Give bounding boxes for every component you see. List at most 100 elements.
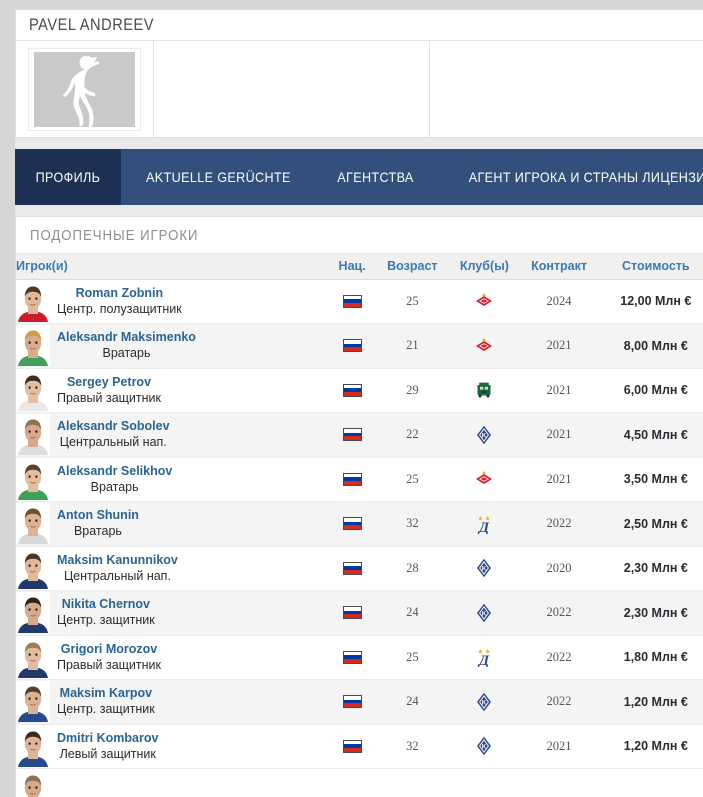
column-header-player[interactable]: Игрок(и) — [16, 254, 328, 280]
profile-photo-placeholder — [34, 51, 135, 127]
cell-contract: 2024 — [520, 279, 598, 324]
player-avatar — [16, 280, 50, 322]
svg-text:K: K — [482, 699, 487, 706]
cell-nation — [327, 457, 377, 502]
tab-profil-label: ПРОФИЛЬ — [35, 169, 101, 185]
cell-contract: 2021 — [520, 368, 598, 413]
cell-value: 1,20 Млн € — [597, 724, 703, 769]
table-row[interactable]: Maksim Karpov Центр. защитник 24 K 2022 1,20 … — [16, 679, 703, 725]
cell-player — [16, 768, 328, 797]
club-badge-krylia-sovetov[interactable]: K — [476, 425, 492, 445]
club-badge-krylia-sovetov[interactable]: K — [476, 692, 492, 712]
tab-aktuelle-geruechte[interactable]: AKTUELLE GERÜCHTE — [121, 149, 316, 205]
player-avatar — [16, 636, 50, 678]
profile-body — [16, 41, 703, 137]
player-cell: Nikita Chernov Центр. защитник — [16, 592, 328, 634]
cell-contract: 2022 — [520, 501, 598, 547]
tab-agent-igroka-label: АГЕНТ ИГРОКА И СТРАНЫ ЛИЦЕНЗИРОВАНИЯ — [468, 169, 703, 185]
club-badge-spartak-moscow[interactable] — [474, 337, 494, 355]
squad-panel: ПОДОПЕЧНЫЕ ИГРОКИ Игрок(и) Нац. Возраст … — [15, 216, 703, 797]
player-text: Dmitri Kombarov Левый защитник — [57, 731, 158, 762]
flag-russia-icon — [342, 650, 362, 664]
cell-value: 2,30 Млн € — [597, 546, 703, 591]
flag-russia-icon — [342, 472, 362, 486]
player-cell: Anton Shunin Вратарь — [16, 503, 328, 545]
player-avatar — [16, 681, 50, 723]
cell-value: 8,00 Млн € — [597, 323, 703, 369]
club-badge-krasnodar[interactable] — [475, 381, 493, 399]
cell-age: 22 — [376, 412, 449, 458]
table-row[interactable]: Grigori Morozov Правый защитник 25 Д 2022 1,8… — [16, 635, 703, 680]
cell-age: 24 — [376, 590, 449, 636]
table-row[interactable]: Aleksandr Selikhov Вратарь 25 2021 3,50 Млн … — [16, 457, 703, 502]
player-name-link[interactable]: Grigori Morozov — [57, 642, 161, 657]
tab-profil[interactable]: ПРОФИЛЬ — [15, 149, 121, 205]
cell-contract: 2020 — [520, 546, 598, 591]
table-row[interactable]: Roman Zobnin Центр. полузащитник 25 2024 12,… — [16, 279, 703, 324]
cell-age: 25 — [376, 457, 449, 502]
club-badge-krylia-sovetov[interactable]: K — [476, 558, 492, 578]
column-header-nation[interactable]: Нац. — [327, 254, 377, 280]
table-row[interactable]: Aleksandr Sobolev Центральный нап. 22 K 2021… — [16, 412, 703, 458]
player-name-link[interactable]: Dmitri Kombarov — [57, 731, 158, 746]
club-badge-krylia-sovetov[interactable]: K — [476, 736, 492, 756]
club-badge-spartak-moscow[interactable] — [474, 470, 494, 488]
player-name-link[interactable]: Nikita Chernov — [57, 597, 155, 612]
table-row[interactable]: Dmitri Kombarov Левый защитник 32 K 2021 1,20… — [16, 724, 703, 769]
cell-value: 2,50 Млн € — [597, 501, 703, 547]
player-position: Правый защитник — [57, 657, 161, 672]
table-row[interactable]: Nikita Chernov Центр. защитник 24 K 2022 2,30… — [16, 590, 703, 636]
cell-player: Sergey Petrov Правый защитник — [16, 368, 328, 413]
table-row[interactable]: Sergey Petrov Правый защитник 29 2021 6,00 М… — [16, 368, 703, 413]
player-name-link[interactable]: Aleksandr Maksimenko — [57, 330, 196, 345]
squad-table-head: Игрок(и) Нац. Возраст Клуб(ы) Контракт С… — [16, 254, 703, 280]
flag-russia-icon — [342, 294, 362, 308]
content-column: PAVEL ANDREEV ПРОФИЛЬ AKTUELLE GERÜCHTE … — [15, 9, 703, 797]
table-row[interactable]: Maksim Kanunnikov Центральный нап. 28 K 2020… — [16, 546, 703, 591]
club-badge-dynamo-moscow[interactable]: Д — [474, 647, 494, 667]
player-position: Центр. защитник — [57, 613, 155, 628]
player-cell: Dmitri Kombarov Левый защитник — [16, 725, 328, 767]
player-avatar — [16, 325, 50, 367]
cell-contract: 2022 — [520, 635, 598, 680]
column-header-value[interactable]: Стоимость — [597, 254, 703, 280]
tab-agentstva[interactable]: АГЕНТСТВА — [316, 149, 435, 205]
cell-club: Д — [448, 501, 521, 547]
player-name-link[interactable]: Aleksandr Selikhov — [57, 464, 172, 479]
player-name-link[interactable]: Roman Zobnin — [57, 286, 182, 301]
player-avatar-wrap — [16, 681, 50, 723]
player-position: Левый защитник — [59, 746, 156, 761]
player-name-link[interactable]: Maksim Karpov — [57, 686, 155, 701]
cell-contract: 2022 — [520, 679, 598, 725]
squad-table-body: Roman Zobnin Центр. полузащитник 25 2024 12,… — [16, 279, 703, 797]
svg-text:K: K — [482, 610, 487, 617]
cell-age: 24 — [376, 679, 449, 725]
cell-contract: 2022 — [520, 590, 598, 636]
table-row-partial[interactable] — [16, 768, 703, 797]
svg-text:Д: Д — [477, 653, 490, 667]
club-badge-krylia-sovetov[interactable]: K — [476, 603, 492, 623]
table-row[interactable]: Anton Shunin Вратарь 32 Д 2022 2,50 Млн € — [16, 501, 703, 547]
player-cell: Maksim Karpov Центр. защитник — [16, 681, 328, 723]
player-cell — [16, 770, 328, 797]
club-badge-dynamo-moscow[interactable]: Д — [474, 514, 494, 534]
cell-nation — [327, 679, 377, 725]
player-text: Maksim Karpov Центр. защитник — [57, 686, 155, 717]
cell-player: Dmitri Kombarov Левый защитник — [16, 724, 328, 769]
player-position: Вратарь — [90, 479, 139, 494]
page-root: PAVEL ANDREEV ПРОФИЛЬ AKTUELLE GERÜCHTE … — [0, 9, 703, 797]
player-name-link[interactable]: Anton Shunin — [57, 508, 139, 523]
tab-agent-igroka[interactable]: АГЕНТ ИГРОКА И СТРАНЫ ЛИЦЕНЗИРОВАНИЯ — [435, 149, 703, 205]
column-header-age[interactable]: Возраст — [376, 254, 449, 280]
player-text: Maksim Kanunnikov Центральный нап. — [57, 553, 178, 584]
column-header-club[interactable]: Клуб(ы) — [448, 254, 521, 280]
player-name-link[interactable]: Sergey Petrov — [57, 375, 161, 390]
player-avatar-wrap — [16, 503, 50, 545]
player-position: Вратарь — [73, 524, 122, 539]
club-badge-spartak-moscow[interactable] — [474, 292, 494, 310]
table-row[interactable]: Aleksandr Maksimenko Вратарь 21 2021 8,00 Мл… — [16, 323, 703, 369]
profile-info-cell-primary — [154, 41, 430, 137]
player-name-link[interactable]: Aleksandr Sobolev — [57, 419, 170, 434]
player-name-link[interactable]: Maksim Kanunnikov — [57, 553, 178, 568]
column-header-contract[interactable]: Контракт — [520, 254, 598, 280]
